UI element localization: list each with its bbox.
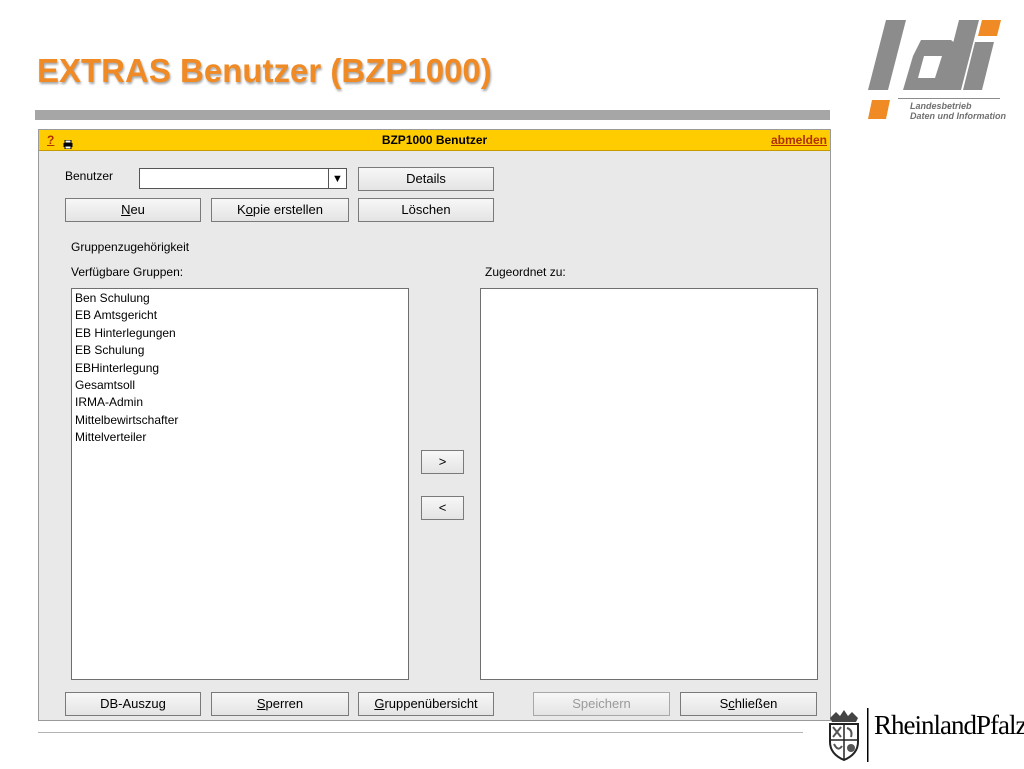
lock-button[interactable]: Sperren bbox=[211, 692, 349, 716]
list-item[interactable]: Ben Schulung bbox=[72, 290, 408, 307]
available-groups-list[interactable]: Ben Schulung EB Amtsgericht EB Hinterleg… bbox=[71, 288, 409, 680]
copy-button[interactable]: Kopie erstellen bbox=[211, 198, 349, 222]
remove-group-button[interactable]: < bbox=[421, 496, 464, 520]
available-groups-label: Verfügbare Gruppen: bbox=[71, 265, 184, 279]
ldi-logo-line1: Landesbetrieb bbox=[910, 101, 972, 111]
assigned-groups-list[interactable] bbox=[480, 288, 818, 680]
list-item[interactable]: Mittelbewirtschafter bbox=[72, 412, 408, 429]
window-title-bar: ? BZP1000 Benutzer abmelden bbox=[39, 130, 830, 151]
group-membership-label: Gruppenzugehörigkeit bbox=[71, 240, 190, 254]
list-item[interactable]: EB Schulung bbox=[72, 342, 408, 359]
list-item[interactable]: Mittelverteiler bbox=[72, 429, 408, 446]
close-button[interactable]: Schließen bbox=[680, 692, 817, 716]
title-divider bbox=[35, 110, 830, 120]
assigned-groups-label: Zugeordnet zu: bbox=[485, 265, 566, 279]
user-admin-window: ? BZP1000 Benutzer abmelden Benutzer ▼ D… bbox=[38, 129, 831, 721]
db-extract-button[interactable]: DB-Auszug bbox=[65, 692, 201, 716]
list-item[interactable]: EB Hinterlegungen bbox=[72, 325, 408, 342]
list-item[interactable]: EB Amtsgericht bbox=[72, 307, 408, 324]
dropdown-arrow-icon[interactable]: ▼ bbox=[328, 168, 347, 189]
add-group-button[interactable]: > bbox=[421, 450, 464, 474]
list-item[interactable]: IRMA-Admin bbox=[72, 394, 408, 411]
benutzer-label: Benutzer bbox=[65, 169, 114, 183]
logout-link[interactable]: abmelden bbox=[771, 133, 827, 147]
details-button[interactable]: Details bbox=[358, 167, 494, 191]
footer-divider bbox=[38, 732, 803, 733]
group-overview-button[interactable]: Gruppenübersicht bbox=[358, 692, 494, 716]
rlp-logo-text: RheinlandPfalz bbox=[874, 710, 1024, 740]
list-item[interactable]: EBHinterlegung bbox=[72, 360, 408, 377]
save-button[interactable]: Speichern bbox=[533, 692, 670, 716]
ldi-logo-line2: Daten und Information bbox=[910, 111, 1006, 121]
list-item[interactable]: Gesamtsoll bbox=[72, 377, 408, 394]
new-button[interactable]: Neu bbox=[65, 198, 201, 222]
slide-title: EXTRAS Benutzer (BZP1000) bbox=[37, 52, 492, 89]
delete-button[interactable]: Löschen bbox=[358, 198, 494, 222]
benutzer-select[interactable] bbox=[139, 168, 346, 189]
window-title: BZP1000 Benutzer bbox=[381, 133, 488, 147]
